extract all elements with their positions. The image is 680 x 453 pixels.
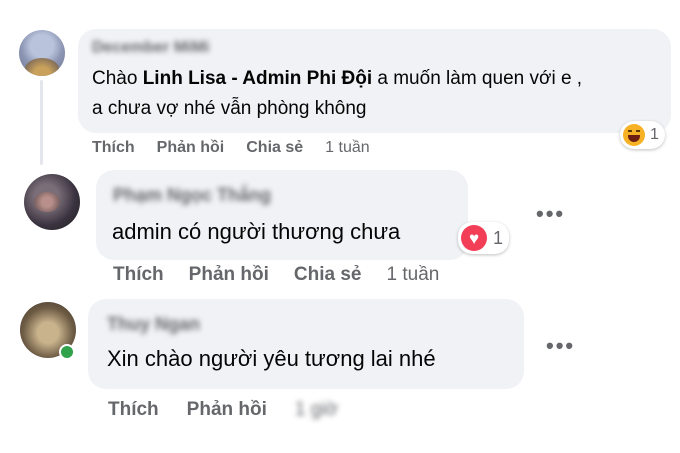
comment-actions: Thích Phản hồi Chia sẻ 1 tuần <box>113 264 439 286</box>
mention-link[interactable]: Linh Lisa - Admin Phi Đội <box>143 68 372 89</box>
comment-timestamp[interactable]: 1 giờ <box>295 399 338 421</box>
comment-text: admin có người thương chưa <box>112 219 401 244</box>
online-status-icon <box>59 344 75 360</box>
like-button[interactable]: Thích <box>92 139 135 157</box>
comment-text: Xin chào người yêu tương lai nhé <box>107 346 436 371</box>
comment-actions: Thích Phản hồi 1 giờ <box>108 399 338 421</box>
haha-reaction-icon <box>623 124 645 146</box>
avatar[interactable] <box>19 30 65 76</box>
love-reaction-icon: ♥ <box>461 225 487 251</box>
comment-bubble <box>96 170 468 260</box>
reply-button[interactable]: Phản hồi <box>157 139 225 157</box>
reaction-summary[interactable]: ♥ 1 <box>458 222 510 254</box>
like-button[interactable]: Thích <box>108 399 159 421</box>
share-button[interactable]: Chia sẻ <box>294 264 362 286</box>
comment-author[interactable]: Phạm Ngọc Thắng <box>113 185 271 206</box>
like-button[interactable]: Thích <box>113 264 164 286</box>
thread-line <box>40 80 43 165</box>
more-options-icon[interactable]: ••• <box>536 203 565 225</box>
reply-button[interactable]: Phản hồi <box>187 399 267 421</box>
reply-button[interactable]: Phản hồi <box>189 264 269 286</box>
reaction-count: 1 <box>650 126 659 143</box>
comment-author[interactable]: Thuy Ngan <box>107 314 200 335</box>
comment-bubble <box>88 299 524 389</box>
comment-timestamp[interactable]: 1 tuần <box>325 139 369 157</box>
comment-actions: Thích Phản hồi Chia sẻ 1 tuần <box>92 139 370 157</box>
comment-timestamp[interactable]: 1 tuần <box>387 264 440 286</box>
comment-text-suffix: a muốn làm quen với e , <box>372 68 583 89</box>
reaction-summary[interactable]: 1 <box>620 121 665 149</box>
comment-author[interactable]: December MiMi <box>92 39 209 57</box>
comment-text-line1: Chào Linh Lisa - Admin Phi Đội a muốn là… <box>92 68 582 90</box>
reaction-count: 1 <box>493 227 504 248</box>
comment-text-line2: a chưa vợ nhé vẫn phòng không <box>92 98 367 119</box>
more-options-icon[interactable]: ••• <box>546 335 575 357</box>
comment-text-prefix: Chào <box>92 68 143 89</box>
share-button[interactable]: Chia sẻ <box>246 139 303 157</box>
avatar[interactable] <box>24 174 80 230</box>
